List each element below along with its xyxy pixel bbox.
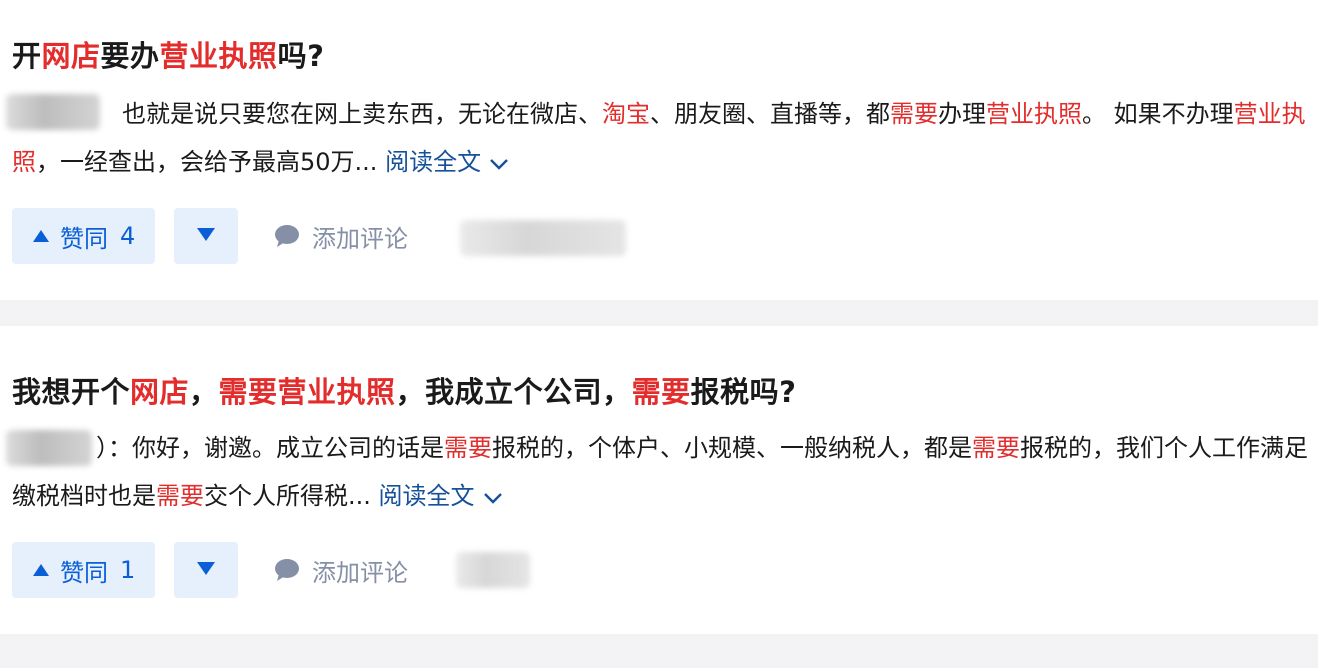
excerpt-part: 也就是说只要您在网上卖东西，无论在微店、 (122, 100, 602, 128)
upvote-label: 赞同 (60, 224, 108, 253)
excerpt-highlight: 需要 (444, 434, 492, 462)
question-title[interactable]: 我想开个网店，需要营业执照，我成立个公司，需要报税吗? (12, 372, 796, 412)
upvote-button[interactable]: 赞同 4 (12, 208, 156, 264)
comment-bubble-icon (274, 558, 300, 582)
title-part: ， (189, 375, 219, 409)
answer-excerpt[interactable]: ）：你好，谢邀。成立公司的话是需要报税的，个体户、小规模、一般纳税人，都是需要报… (12, 424, 1308, 521)
excerpt-highlight: 需要 (156, 482, 204, 510)
excerpt-part: 交个人所得税... (204, 482, 371, 510)
card-divider (0, 634, 1318, 668)
title-highlight: 营业执照 (159, 39, 278, 73)
excerpt-highlight: 淘宝 (602, 100, 650, 128)
title-highlight: 网店 (41, 39, 101, 73)
upvote-button[interactable]: 赞同 1 (12, 542, 156, 598)
question-title[interactable]: 开网店要办营业执照吗? (12, 36, 324, 76)
downvote-button[interactable] (174, 208, 238, 264)
upvote-count: 4 (120, 222, 136, 250)
add-comment-button[interactable]: 添加评论 (274, 208, 408, 264)
title-highlight: 需要营业执照 (218, 375, 396, 409)
triangle-up-icon (32, 563, 50, 577)
upvote-label: 赞同 (60, 558, 108, 587)
add-comment-button[interactable]: 添加评论 (274, 542, 408, 598)
chevron-down-icon (489, 139, 509, 187)
title-highlight: 需要 (631, 375, 691, 409)
add-comment-label: 添加评论 (312, 558, 408, 587)
upvote-count: 1 (120, 556, 136, 584)
title-part: 报税吗? (690, 375, 797, 409)
triangle-down-icon (196, 227, 216, 246)
read-more-link[interactable]: 阅读全文 (385, 148, 509, 176)
excerpt-part: 报税的，个体户、小规模、一般纳税人，都是 (492, 434, 972, 462)
answer-card: 我想开个网店，需要营业执照，我成立个公司，需要报税吗? ）：你好，谢邀。成立公司… (0, 326, 1318, 634)
downvote-button[interactable] (174, 542, 238, 598)
title-part: 要办 (100, 39, 160, 73)
answer-card: 开网店要办营业执照吗? 也就是说只要您在网上卖东西，无论在微店、淘宝、朋友圈、直… (0, 0, 1318, 300)
triangle-down-icon (196, 561, 216, 580)
excerpt-part: 办理 (938, 100, 986, 128)
comment-bubble-icon (274, 224, 300, 248)
card-divider (0, 300, 1318, 326)
title-part: 开 (12, 39, 42, 73)
excerpt-part: 、朋友圈、直播等，都 (650, 100, 890, 128)
chevron-down-icon (483, 473, 503, 521)
blurred-meta (456, 552, 530, 588)
read-more-label: 阅读全文 (378, 482, 475, 510)
answer-excerpt[interactable]: 也就是说只要您在网上卖东西，无论在微店、淘宝、朋友圈、直播等，都需要办理营业执照… (12, 90, 1308, 187)
title-part: 吗? (277, 39, 325, 73)
add-comment-label: 添加评论 (312, 224, 408, 253)
excerpt-part: ，一经查出，会给予最高50万... (36, 148, 378, 176)
excerpt-highlight: 营业执照 (986, 100, 1082, 128)
excerpt-part: 。 如果不办理 (1082, 100, 1234, 128)
title-highlight: 网店 (130, 375, 190, 409)
title-part: 我想开个 (12, 375, 131, 409)
excerpt-highlight: 需要 (890, 100, 938, 128)
blurred-meta (460, 220, 626, 256)
read-more-link[interactable]: 阅读全文 (379, 482, 503, 510)
title-part: ，我成立个公司， (395, 375, 632, 409)
read-more-label: 阅读全文 (385, 148, 482, 176)
excerpt-part: ）：你好，谢邀。成立公司的话是 (96, 434, 444, 462)
excerpt-highlight: 需要 (972, 434, 1020, 462)
triangle-up-icon (32, 229, 50, 243)
